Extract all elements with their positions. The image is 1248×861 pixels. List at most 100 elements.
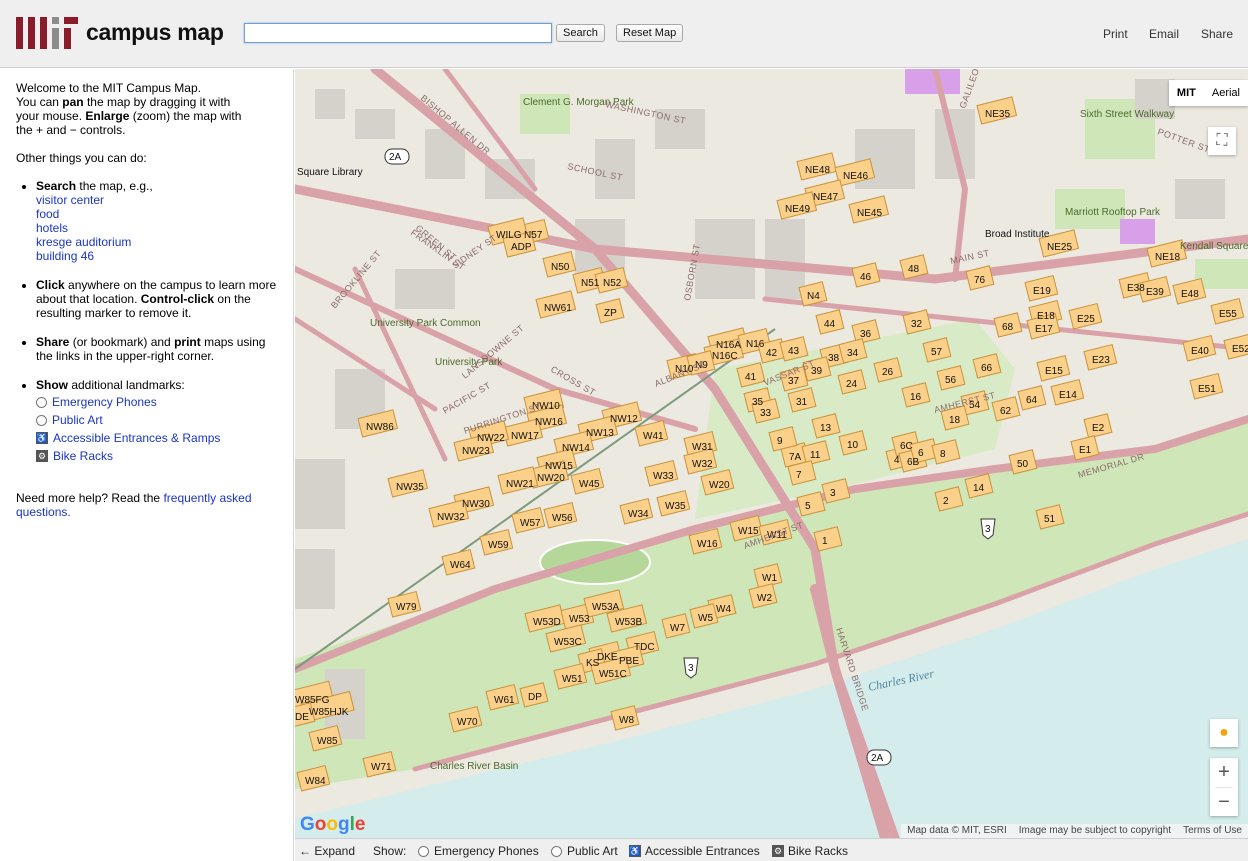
building-label[interactable]: NW20 <box>537 473 565 484</box>
building-label[interactable]: 5 <box>805 501 811 512</box>
building-label[interactable]: 7 <box>796 470 802 481</box>
building-label[interactable]: N16 <box>746 339 765 350</box>
building-label[interactable]: E51 <box>1198 384 1216 395</box>
building-label[interactable]: 13 <box>820 423 832 434</box>
landmark-public-art[interactable]: Public Art <box>36 413 277 427</box>
building-label[interactable]: W7 <box>670 623 685 634</box>
example-link-visitor-center[interactable]: visitor center <box>36 193 277 207</box>
building-label[interactable]: E19 <box>1033 286 1051 297</box>
building-label[interactable]: NE18 <box>1155 252 1180 263</box>
building-label[interactable]: NW61 <box>544 303 572 314</box>
expand-button[interactable]: ← Expand <box>299 844 355 858</box>
street-view-pegman-icon[interactable]: ● <box>1210 719 1238 747</box>
building-label[interactable]: NW15 <box>545 461 573 472</box>
building-label[interactable]: 62 <box>1000 406 1012 417</box>
building-label[interactable]: 32 <box>911 319 923 330</box>
building-label[interactable]: 18 <box>949 415 961 426</box>
building-label[interactable]: NW16 <box>535 417 563 428</box>
building-label[interactable]: DP <box>528 692 542 703</box>
search-button[interactable]: Search <box>556 24 605 42</box>
building-label[interactable]: W45 <box>579 479 600 490</box>
building-label[interactable]: NW30 <box>462 499 490 510</box>
building-label[interactable]: 16 <box>910 392 922 403</box>
building-label[interactable]: 66 <box>981 363 993 374</box>
print-link[interactable]: Print <box>1103 27 1128 41</box>
building-label[interactable]: 46 <box>860 272 872 283</box>
building-label[interactable]: NE49 <box>785 204 810 215</box>
building-label[interactable]: N52 <box>603 278 622 289</box>
building-label[interactable]: PBE <box>619 656 639 667</box>
building-label[interactable]: 34 <box>847 348 859 359</box>
building-label[interactable]: W53C <box>554 637 582 648</box>
building-label[interactable]: 50 <box>1017 459 1029 470</box>
building-label[interactable]: W35 <box>665 501 686 512</box>
toggle-emergency-phones[interactable]: Emergency Phones <box>418 844 539 858</box>
map-type-control[interactable]: MIT Aerial <box>1168 80 1248 106</box>
building-label[interactable]: W32 <box>692 459 713 470</box>
campus-map[interactable]: NE35 NE48 NE46 NE47 NE49 NE45 NE25 NE18 N57 WILG A… <box>295 69 1248 838</box>
toggle-accessible-entrances[interactable]: ♿ Accessible Entrances <box>629 844 760 858</box>
building-label[interactable]: W53B <box>615 617 643 628</box>
building-label[interactable]: NW35 <box>396 482 424 493</box>
landmark-emergency-phones[interactable]: Emergency Phones <box>36 395 277 409</box>
building-label[interactable]: N4 <box>807 291 820 302</box>
building-label[interactable]: E14 <box>1059 390 1077 401</box>
building-label[interactable]: W4 <box>716 604 731 615</box>
building-label[interactable]: W34 <box>628 509 649 520</box>
building-label[interactable]: NW32 <box>437 512 465 523</box>
building-label[interactable]: 38 <box>828 353 840 364</box>
building-label[interactable]: NE35 <box>985 109 1010 120</box>
building-label[interactable]: 57 <box>931 347 943 358</box>
zoom-out-button[interactable]: − <box>1210 788 1238 817</box>
map-type-aerial[interactable]: Aerial <box>1204 80 1248 106</box>
building-label[interactable]: W85FG <box>295 695 330 706</box>
example-link-food[interactable]: food <box>36 207 277 221</box>
building-label[interactable]: 1 <box>822 536 828 547</box>
building-label[interactable]: W59 <box>488 540 509 551</box>
building-label[interactable]: 56 <box>945 375 957 386</box>
building-label[interactable]: W85HJK <box>309 707 349 718</box>
building-label[interactable]: 26 <box>882 367 894 378</box>
building-label[interactable]: E38 <box>1127 283 1145 294</box>
building-label[interactable]: 64 <box>1026 395 1038 406</box>
building-label[interactable]: E40 <box>1191 346 1209 357</box>
landmark-bike-racks[interactable]: ⚙ Bike Racks <box>36 449 277 463</box>
building-label[interactable]: NW17 <box>511 431 539 442</box>
building-label[interactable]: 10 <box>847 440 859 451</box>
building-label[interactable]: NE48 <box>805 165 830 176</box>
building-label[interactable]: DE <box>295 712 309 723</box>
building-label[interactable]: E2 <box>1092 423 1105 434</box>
building-label[interactable]: W79 <box>396 602 417 613</box>
building-label[interactable]: W71 <box>371 762 392 773</box>
building-label[interactable]: 8 <box>940 449 946 460</box>
radio-icon[interactable] <box>36 414 47 426</box>
building-label[interactable]: N57 <box>524 230 543 241</box>
building-label[interactable]: N50 <box>551 262 570 273</box>
landmark-accessible[interactable]: ♿ Accessible Entrances & Ramps <box>36 431 277 445</box>
building-label[interactable]: NW23 <box>462 446 490 457</box>
search-input[interactable] <box>244 23 552 43</box>
building-label[interactable]: 35 <box>752 397 764 408</box>
building-label[interactable]: E55 <box>1219 309 1237 320</box>
building-label[interactable]: 6C <box>900 441 913 452</box>
copyright-link[interactable]: Image may be subject to copyright <box>1013 824 1177 838</box>
building-label[interactable]: W57 <box>520 518 541 529</box>
building-label[interactable]: W20 <box>709 480 730 491</box>
building-label[interactable]: E15 <box>1045 366 1063 377</box>
building-label[interactable]: 43 <box>788 346 800 357</box>
example-link-building-46[interactable]: building 46 <box>36 249 277 263</box>
building-label[interactable]: 14 <box>973 483 985 494</box>
building-label[interactable]: W33 <box>653 471 674 482</box>
building-label[interactable]: W84 <box>305 776 326 787</box>
building-label[interactable]: W56 <box>552 513 573 524</box>
map-type-mit[interactable]: MIT <box>1169 80 1204 106</box>
google-logo[interactable]: Google <box>300 814 365 836</box>
building-label[interactable]: 33 <box>760 408 772 419</box>
building-label[interactable]: 31 <box>796 397 808 408</box>
building-label[interactable]: NE25 <box>1047 242 1072 253</box>
building-label[interactable]: 36 <box>860 329 872 340</box>
building-label[interactable]: W53D <box>533 617 561 628</box>
building-label[interactable]: WILG <box>496 230 522 241</box>
toggle-bike-racks[interactable]: ⚙ Bike Racks <box>772 844 848 858</box>
share-link[interactable]: Share <box>1201 27 1233 41</box>
